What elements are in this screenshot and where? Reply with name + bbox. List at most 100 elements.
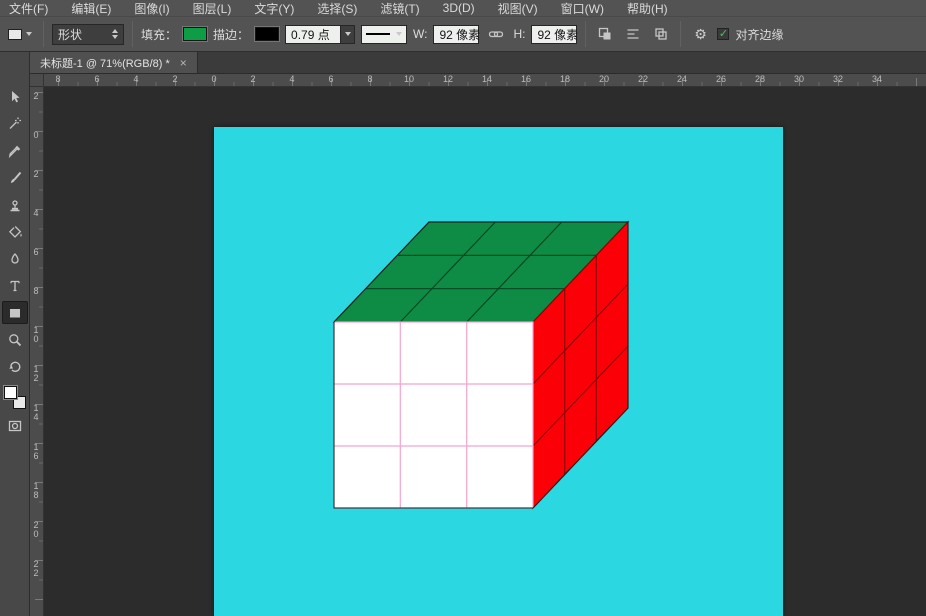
current-tool-icon	[8, 29, 22, 40]
ruler-number: 16	[32, 443, 40, 461]
move-tool-button[interactable]	[2, 85, 28, 108]
combine-shapes-button[interactable]	[594, 24, 616, 44]
zoom-tool-button[interactable]	[2, 328, 28, 351]
align-edges-checkbox[interactable]: ✓	[717, 28, 729, 40]
path-alignment-button[interactable]	[622, 24, 644, 44]
divider	[132, 21, 133, 47]
ruler-number: 2	[32, 92, 40, 101]
brush-tool-button[interactable]	[2, 166, 28, 189]
menu-item[interactable]: 文件(F)	[9, 0, 48, 17]
path-alignment-icon	[625, 26, 641, 42]
menu-item[interactable]: 图像(I)	[134, 0, 169, 17]
tool-mode-value: 形状	[58, 26, 82, 43]
ruler-number: 4	[289, 74, 294, 84]
rotate-view-tool-button[interactable]	[2, 355, 28, 378]
document-tab-title: 未标题-1 @ 71%(RGB/8) *	[40, 55, 170, 71]
magnifier-icon	[7, 332, 23, 348]
ruler-corner	[30, 74, 44, 87]
link-dimensions-button[interactable]	[485, 24, 507, 44]
paint-bucket-icon	[7, 224, 23, 240]
ruler-number: 26	[716, 74, 726, 84]
vertical-ruler[interactable]: 20246810121416182022	[30, 87, 44, 616]
ruler-number: 20	[32, 521, 40, 539]
magic-wand-icon	[7, 116, 23, 132]
stroke-width-input[interactable]: 0.79 点	[285, 25, 341, 44]
menu-item[interactable]: 视图(V)	[498, 0, 538, 17]
ruler-number: 20	[599, 74, 609, 84]
ruler-number: 16	[521, 74, 531, 84]
menu-item[interactable]: 滤镜(T)	[380, 0, 419, 17]
menu-item[interactable]: 选择(S)	[317, 0, 357, 17]
menu-item[interactable]: 文字(Y)	[254, 0, 294, 17]
shape-width-input[interactable]: 92 像素	[433, 25, 479, 44]
canvas-viewport	[44, 87, 926, 616]
menu-item[interactable]: 3D(D)	[443, 1, 475, 15]
paint-bucket-tool-button[interactable]	[2, 220, 28, 243]
menu-item[interactable]: 窗口(W)	[561, 0, 604, 17]
ruler-number: 8	[367, 74, 372, 84]
menu-item[interactable]: 图层(L)	[193, 0, 232, 17]
ruler-number: 8	[55, 74, 60, 84]
menu-item[interactable]: 帮助(H)	[627, 0, 668, 17]
ruler-number: 0	[32, 131, 40, 140]
ruler-number: 12	[443, 74, 453, 84]
clone-stamp-tool-button[interactable]	[2, 193, 28, 216]
width-label: W:	[413, 27, 427, 41]
ruler-number: 34	[872, 74, 882, 84]
type-tool-button[interactable]	[2, 274, 28, 297]
rotate-arrow-icon	[7, 359, 23, 375]
dropdown-arrow-icon	[396, 32, 402, 36]
ruler-number: 6	[94, 74, 99, 84]
ruler-number: 12	[32, 365, 40, 383]
color-swatches[interactable]	[3, 385, 27, 410]
rectangle-tool-icon	[7, 305, 23, 321]
document-tab-bar: 未标题-1 @ 71%(RGB/8) * ×	[30, 52, 926, 74]
fill-color-swatch[interactable]	[183, 27, 207, 41]
brush-icon	[7, 170, 23, 186]
stroke-color-swatch[interactable]	[255, 27, 279, 41]
cube-front-face	[334, 322, 533, 508]
fill-label: 填充：	[141, 26, 177, 43]
divider	[43, 21, 44, 47]
quick-mask-icon	[7, 418, 23, 434]
ruler-number: 18	[32, 482, 40, 500]
foreground-color-swatch[interactable]	[4, 386, 17, 399]
chain-link-icon	[488, 26, 504, 42]
ruler-number: 2	[172, 74, 177, 84]
gear-icon: ⚙	[694, 27, 707, 41]
shape-height-input[interactable]: 92 像素	[531, 25, 577, 44]
divider	[585, 21, 586, 47]
move-icon	[7, 89, 23, 105]
magic-wand-tool-button[interactable]	[2, 112, 28, 135]
rectangle-tool-button[interactable]	[2, 301, 28, 324]
combine-shapes-icon	[597, 26, 613, 42]
tool-preset-picker[interactable]	[5, 27, 35, 42]
close-icon[interactable]: ×	[180, 56, 187, 70]
height-label: H:	[513, 27, 525, 41]
ruler-number: 6	[328, 74, 333, 84]
dropdown-arrow-icon	[345, 32, 351, 36]
document-canvas[interactable]	[214, 127, 783, 616]
quick-mask-button[interactable]	[2, 414, 28, 437]
ruler-number: 28	[755, 74, 765, 84]
document-tab[interactable]: 未标题-1 @ 71%(RGB/8) * ×	[30, 52, 198, 73]
ruler-number: 0	[211, 74, 216, 84]
shape-settings-button[interactable]: ⚙	[689, 24, 711, 44]
ruler-number: 2	[250, 74, 255, 84]
ruler-number: 14	[32, 404, 40, 422]
menu-bar: 文件(F) 编辑(E) 图像(I) 图层(L) 文字(Y) 选择(S) 滤镜(T) 3D(D)…	[0, 0, 926, 17]
ruler-number: 8	[32, 287, 40, 296]
tool-mode-select[interactable]: 形状	[52, 24, 124, 45]
rubiks-cube-shape	[214, 127, 783, 616]
teardrop-icon	[7, 251, 23, 267]
menu-item[interactable]: 编辑(E)	[71, 0, 111, 17]
divider	[680, 21, 681, 47]
path-arrangement-button[interactable]	[650, 24, 672, 44]
solid-line-icon	[366, 33, 390, 35]
dodge-tool-button[interactable]	[2, 247, 28, 270]
stroke-style-select[interactable]	[361, 25, 407, 44]
ruler-number: 22	[32, 560, 40, 578]
horizontal-ruler[interactable]: 86420246810121416182022242628303234	[44, 74, 926, 87]
stroke-width-dropdown-button[interactable]	[341, 25, 355, 44]
eyedropper-tool-button[interactable]	[2, 139, 28, 162]
